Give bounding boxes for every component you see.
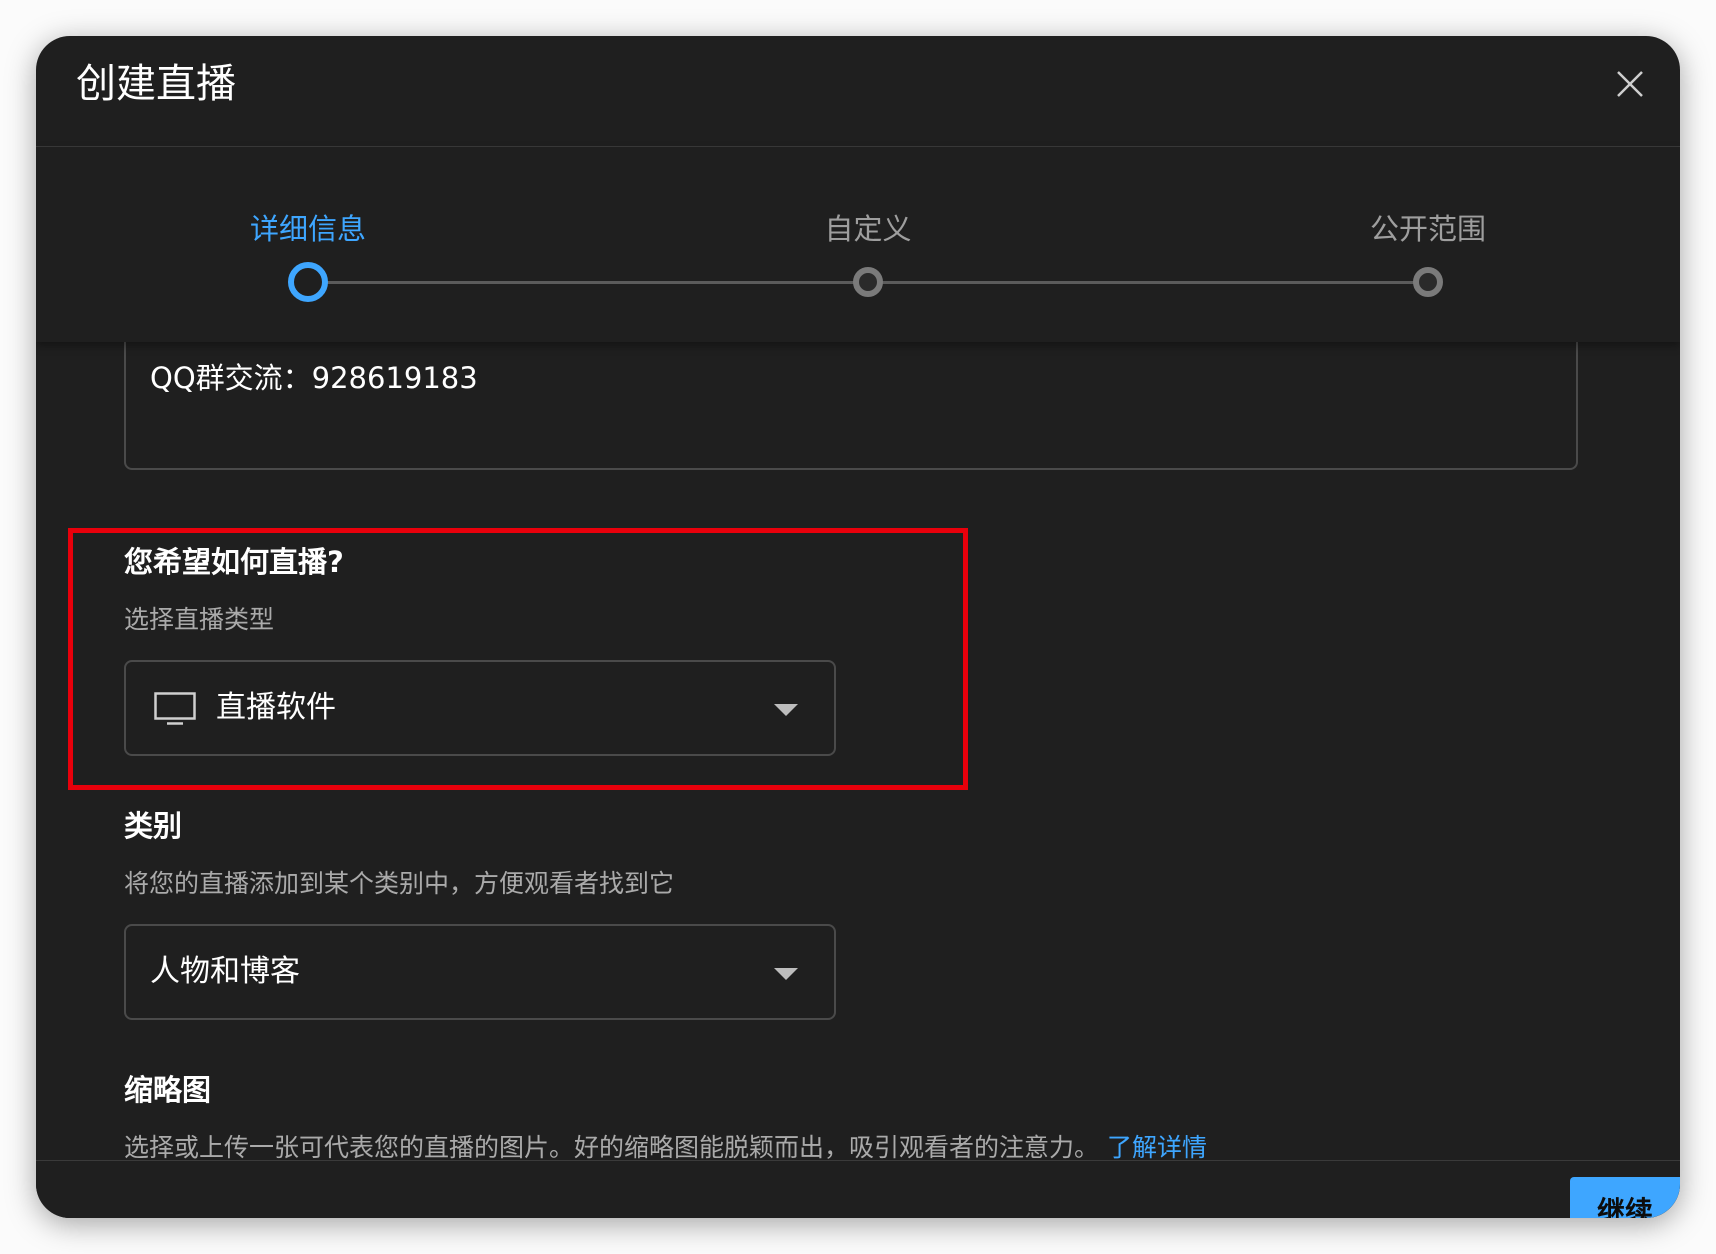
- step-label-visibility[interactable]: 公开范围: [1370, 211, 1486, 247]
- thumbnail-subtitle: 选择或上传一张可代表您的直播的图片。好的缩略图能脱颖而出，吸引观看者的注意力。 …: [124, 1130, 1207, 1160]
- page: 创建直播 详细信息 自定义 公开范围 QQ群交流：928619183 您希望如何…: [0, 0, 1716, 1254]
- description-text: QQ群交流：928619183: [150, 361, 478, 395]
- step-dot-customize[interactable]: [853, 267, 883, 297]
- chevron-down-icon: [774, 968, 798, 980]
- continue-button[interactable]: 继续: [1570, 1177, 1680, 1218]
- step-label-details[interactable]: 详细信息: [250, 211, 366, 247]
- category-title: 类别: [124, 809, 183, 843]
- stream-type-select[interactable]: 直播软件: [124, 660, 836, 756]
- dialog-title: 创建直播: [76, 61, 236, 107]
- create-live-dialog: 创建直播 详细信息 自定义 公开范围 QQ群交流：928619183 您希望如何…: [36, 36, 1680, 1218]
- stream-type-subtitle: 选择直播类型: [124, 605, 275, 634]
- close-icon: [1617, 71, 1643, 97]
- description-textarea[interactable]: QQ群交流：928619183: [124, 342, 1578, 470]
- category-value: 人物和博客: [150, 954, 300, 989]
- learn-more-link[interactable]: 了解详情: [1107, 1133, 1207, 1160]
- step-label-customize[interactable]: 自定义: [824, 211, 911, 247]
- stepper: 详细信息 自定义 公开范围: [36, 147, 1680, 342]
- category-subtitle: 将您的直播添加到某个类别中，方便观看者找到它: [124, 869, 675, 898]
- thumbnail-subtitle-text: 选择或上传一张可代表您的直播的图片。好的缩略图能脱颖而出，吸引观看者的注意力。: [124, 1133, 1100, 1160]
- monitor-icon: [154, 692, 196, 726]
- stream-type-title: 您希望如何直播?: [124, 545, 344, 579]
- chevron-down-icon: [774, 704, 798, 716]
- category-select[interactable]: 人物和博客: [124, 924, 836, 1020]
- dialog-header: 创建直播: [36, 36, 1680, 147]
- close-button[interactable]: [1606, 60, 1654, 108]
- stream-type-value: 直播软件: [216, 690, 336, 725]
- thumbnail-title: 缩略图: [124, 1073, 212, 1107]
- dialog-footer: 继续: [36, 1160, 1680, 1218]
- step-dot-details[interactable]: [288, 262, 328, 302]
- step-dot-visibility[interactable]: [1413, 267, 1443, 297]
- dialog-content[interactable]: QQ群交流：928619183 您希望如何直播? 选择直播类型 直播软件 类别 …: [36, 342, 1680, 1160]
